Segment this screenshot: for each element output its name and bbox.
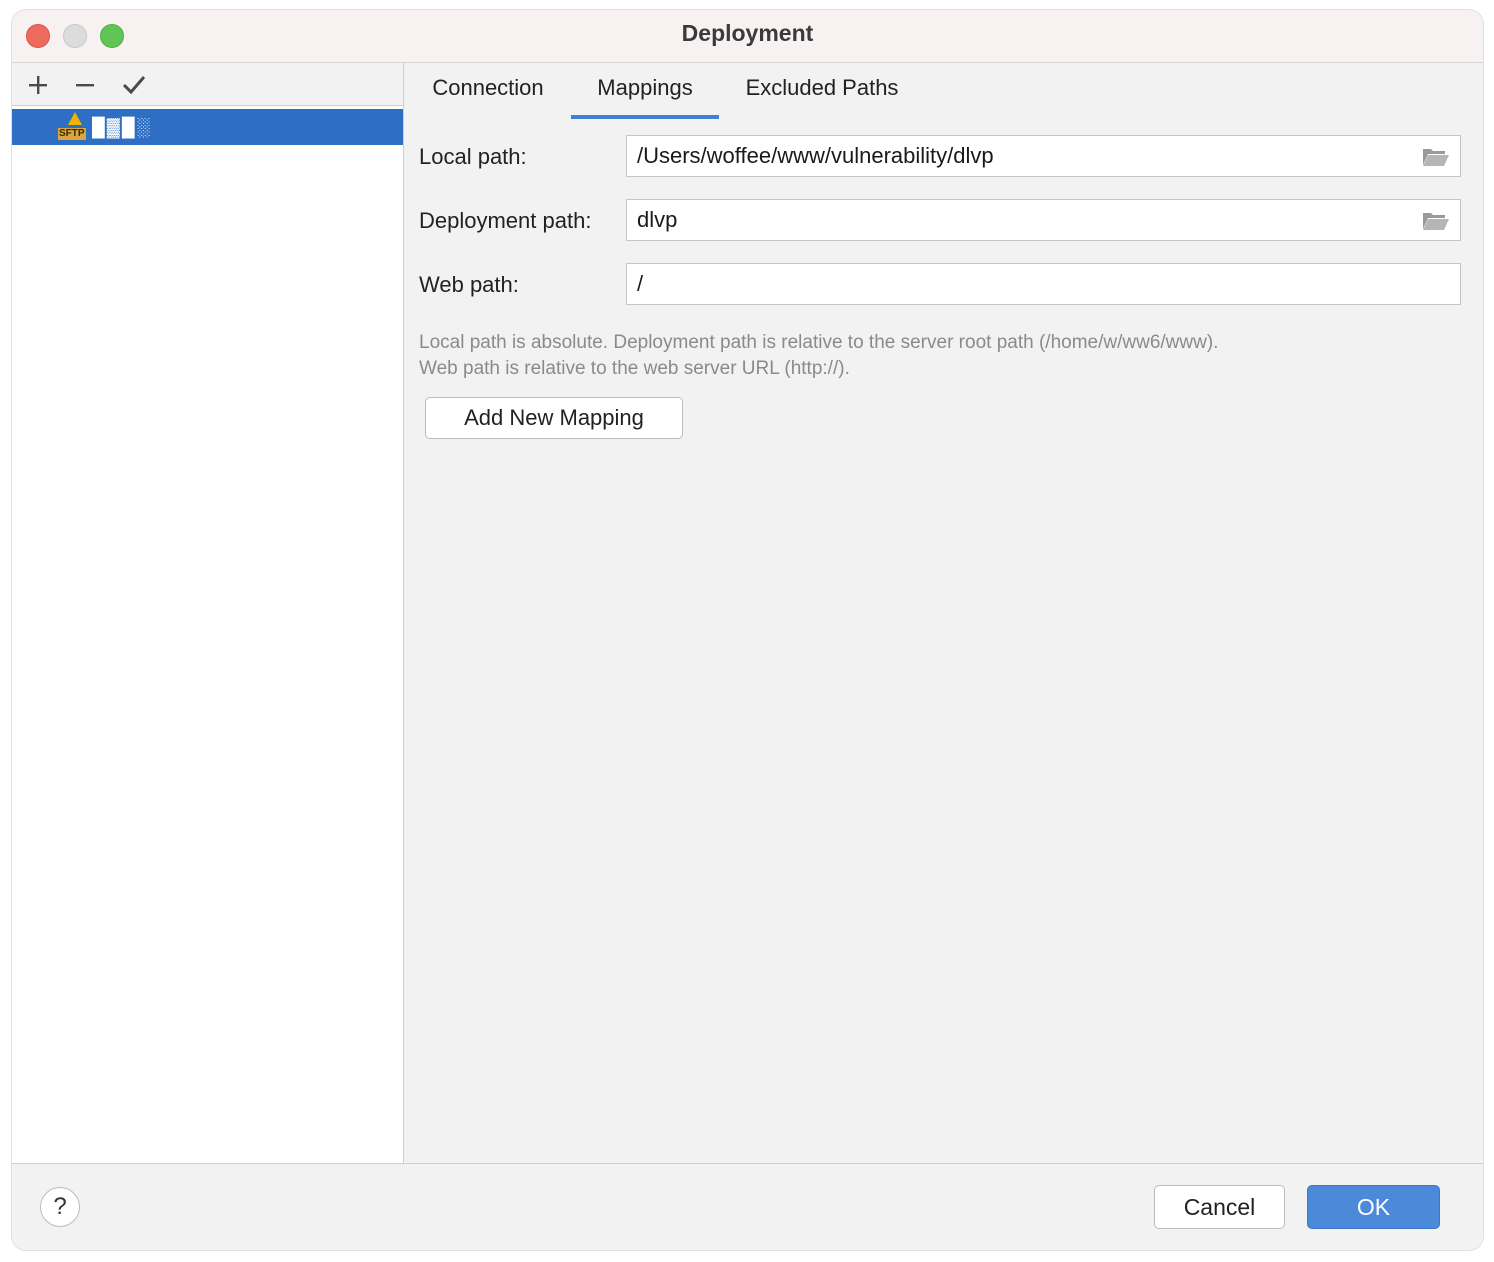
tab-mappings[interactable]: Mappings xyxy=(571,63,719,119)
sftp-server-warning-icon: SFTP xyxy=(58,112,88,142)
server-type-label: SFTP xyxy=(58,128,86,140)
local-path-input[interactable] xyxy=(627,136,1407,176)
web-path-field xyxy=(626,263,1461,305)
deployment-dialog: Deployment SFTP █▓█░ Connection Mappings… xyxy=(12,10,1483,1250)
server-list-toolbar xyxy=(12,63,403,106)
settings-tabs: Connection Mappings Excluded Paths xyxy=(404,63,1483,119)
folder-open-icon[interactable] xyxy=(1422,146,1450,168)
title-bar: Deployment xyxy=(12,10,1483,63)
path-hint-line-1: Local path is absolute. Deployment path … xyxy=(419,332,1219,353)
minus-icon xyxy=(76,84,94,87)
server-name: █▓█░ xyxy=(92,109,172,145)
deployment-path-field xyxy=(626,199,1461,241)
tab-connection[interactable]: Connection xyxy=(404,63,572,119)
cancel-button[interactable]: Cancel xyxy=(1154,1185,1285,1229)
add-new-mapping-button[interactable]: Add New Mapping xyxy=(425,397,683,439)
tab-excluded-paths[interactable]: Excluded Paths xyxy=(722,63,922,119)
deployment-path-label: Deployment path: xyxy=(419,208,592,233)
path-hint-line-2: Web path is relative to the web server U… xyxy=(419,358,850,379)
plus-icon xyxy=(29,76,47,94)
set-default-server-button[interactable] xyxy=(116,67,152,103)
web-path-label: Web path: xyxy=(419,272,519,297)
server-list-item[interactable]: SFTP █▓█░ xyxy=(12,109,403,145)
server-list-panel: SFTP █▓█░ xyxy=(12,63,404,1163)
local-path-field xyxy=(626,135,1461,177)
folder-open-icon[interactable] xyxy=(1422,210,1450,232)
local-path-label: Local path: xyxy=(419,144,527,169)
dialog-footer: ? Cancel OK xyxy=(12,1163,1483,1250)
warning-icon xyxy=(68,112,82,125)
help-button[interactable]: ? xyxy=(40,1187,80,1227)
window-title: Deployment xyxy=(681,20,814,46)
check-icon xyxy=(122,76,146,95)
ok-button[interactable]: OK xyxy=(1307,1185,1440,1229)
add-server-button[interactable] xyxy=(20,67,56,103)
remove-server-button[interactable] xyxy=(67,67,103,103)
deployment-path-input[interactable] xyxy=(627,200,1407,240)
web-path-input[interactable] xyxy=(627,264,1407,304)
